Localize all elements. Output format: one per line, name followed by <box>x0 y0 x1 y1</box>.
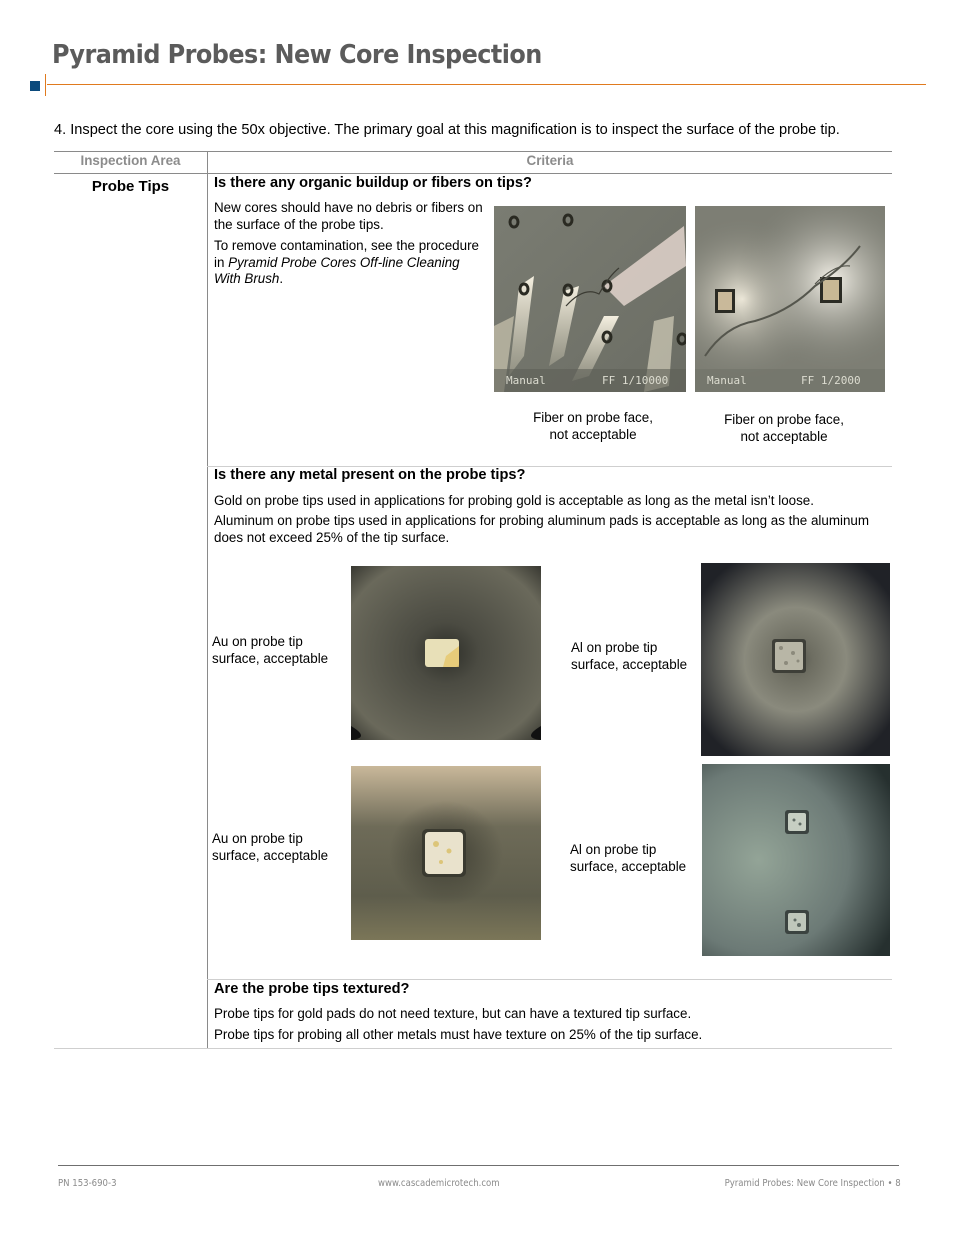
caption-line: surface, acceptable <box>212 651 329 666</box>
paragraph-aluminum-on-tips: Aluminum on probe tips used in applicati… <box>214 513 870 545</box>
photo-overlay-shutter: FF 1/2000 <box>801 374 861 387</box>
question-textured: Are the probe tips textured? <box>214 981 410 997</box>
caption-au-1: Au on probe tip surface, acceptable <box>212 633 328 667</box>
photo-overlay-shutter: FF 1/10000 <box>602 374 668 387</box>
caption-line: Au on probe tip <box>212 831 303 846</box>
footer-rule <box>58 1165 899 1166</box>
column-header-criteria: Criteria <box>526 153 574 168</box>
photo-overlay-mode: Manual <box>707 374 747 387</box>
caption-al-2: Al on probe tip surface, acceptable <box>570 841 686 875</box>
caption-line: surface, acceptable <box>571 657 688 672</box>
question-metal-present: Is there any metal present on the probe … <box>214 467 526 483</box>
caption-line: not acceptable <box>549 427 637 442</box>
photo-fiber-on-probe-face-2: Manual FF 1/2000 <box>695 206 885 392</box>
paragraph-other-metals-texture: Probe tips for probing all other metals … <box>214 1027 703 1042</box>
title-underline-rule <box>47 84 926 85</box>
caption-line: Fiber on probe face, <box>533 410 653 425</box>
cleaning-reference-period: . <box>279 271 284 286</box>
paragraph-gold-pads-texture: Probe tips for gold pads do not need tex… <box>214 1006 692 1021</box>
footer-website: www.cascademicrotech.com <box>378 1178 500 1189</box>
photo-au-on-probe-tip-2 <box>351 766 541 940</box>
photo-overlay-mode: Manual <box>506 374 546 387</box>
table-bottom-border <box>54 1048 892 1049</box>
title-accent-square <box>30 81 40 91</box>
caption-line: Al on probe tip <box>571 640 658 655</box>
paragraph-gold-on-tips: Gold on probe tips used in applications … <box>214 493 814 508</box>
cleaning-procedure-title: Pyramid Probe Cores Off-line Cleaning Wi… <box>214 254 460 287</box>
column-header-inspection-area: Inspection Area <box>80 153 181 168</box>
paragraph-cleaning-reference: To remove contamination, see the procedu… <box>214 238 486 288</box>
footer-page-label: Pyramid Probes: New Core Inspection • 8 <box>724 1178 901 1189</box>
photo-al-on-probe-tip-1 <box>701 563 890 756</box>
caption-fiber-2: Fiber on probe face, not acceptable <box>694 411 874 445</box>
caption-line: not acceptable <box>740 429 828 444</box>
caption-al-1: Al on probe tip surface, acceptable <box>571 639 687 673</box>
table-top-border <box>54 151 892 152</box>
paragraph-no-debris: New cores should have no debris or fiber… <box>214 200 483 232</box>
photo-al-on-probe-tip-2 <box>702 764 890 956</box>
table-header-border <box>54 173 892 174</box>
caption-au-2: Au on probe tip surface, acceptable <box>212 830 328 864</box>
table-row-divider <box>207 979 892 980</box>
step-instruction: 4. Inspect the core using the 50x object… <box>54 122 840 138</box>
inspection-area-label: Probe Tips <box>91 178 170 195</box>
page-title: Pyramid Probes: New Core Inspection <box>52 40 542 70</box>
title-accent-vertical-rule <box>45 74 46 96</box>
caption-line: Fiber on probe face, <box>724 412 844 427</box>
caption-line: Al on probe tip <box>570 842 657 857</box>
photo-fiber-on-probe-face-1: Manual FF 1/10000 <box>494 206 686 392</box>
footer-part-number: PN 153-690-3 <box>58 1178 117 1189</box>
caption-line: surface, acceptable <box>212 848 329 863</box>
caption-line: Au on probe tip <box>212 634 303 649</box>
photo-au-on-probe-tip-1 <box>351 566 541 740</box>
caption-fiber-1: Fiber on probe face, not acceptable <box>503 409 683 443</box>
table-column-divider <box>207 151 208 1048</box>
caption-line: surface, acceptable <box>570 859 687 874</box>
question-organic-buildup: Is there any organic buildup or fibers o… <box>214 175 532 191</box>
